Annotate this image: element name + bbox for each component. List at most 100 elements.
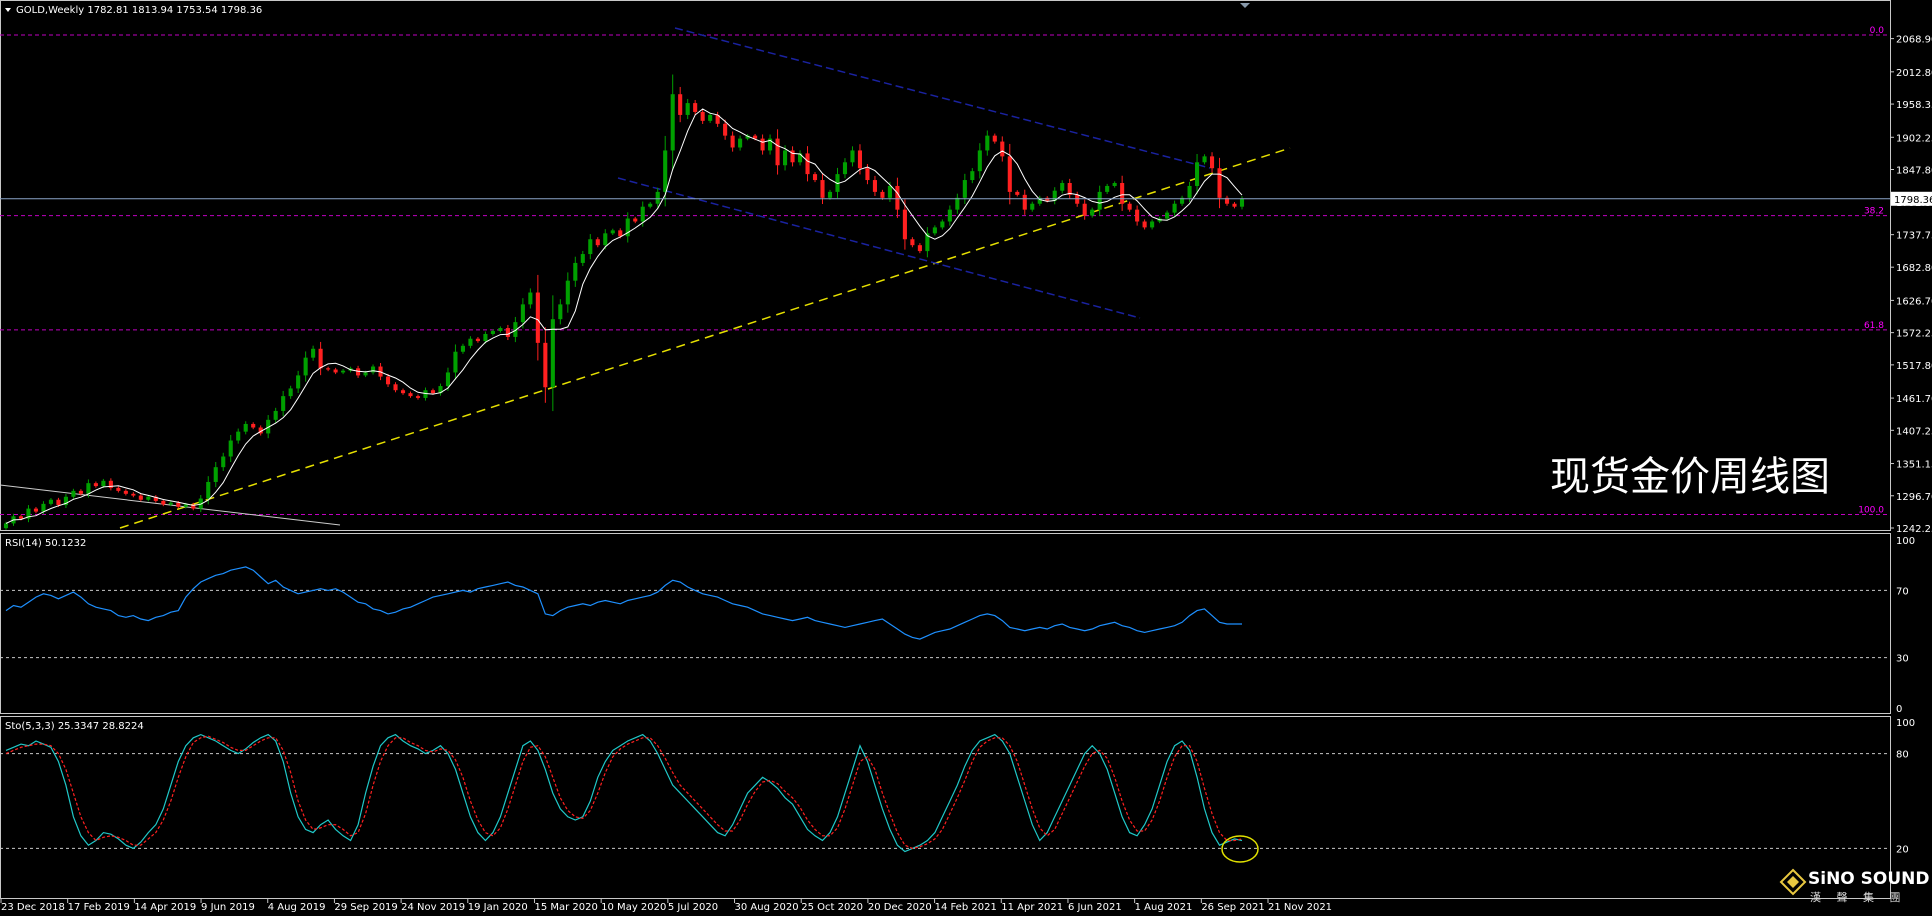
candle-body: [970, 171, 975, 181]
candle-body: [955, 197, 960, 210]
candle-body: [146, 496, 151, 500]
candle-body: [573, 262, 578, 281]
candle-body: [535, 292, 540, 343]
candle-body: [33, 508, 39, 512]
candle-body: [1112, 183, 1117, 186]
candle-body: [1082, 203, 1087, 216]
candle-body: [281, 396, 286, 411]
candle-body: [917, 245, 922, 252]
candle-body: [985, 135, 990, 151]
candle-body: [228, 440, 233, 457]
candle-body: [221, 456, 226, 468]
candle-body: [333, 369, 338, 373]
time-tick-label: 14 Apr 2019: [134, 902, 196, 913]
candle-body: [505, 328, 510, 337]
candle-body: [176, 502, 181, 507]
osc-tick-label: 100: [1896, 536, 1915, 547]
time-tick-label: 14 Feb 2021: [935, 902, 997, 913]
candle-body: [1172, 203, 1177, 213]
candle-body: [483, 333, 488, 342]
price-tick-label: 1902.25: [1896, 133, 1932, 144]
candle-body: [775, 138, 780, 166]
sto-title: Sto(5,3,3) 25.3347 28.8224: [5, 721, 144, 732]
logo-diamond-icon: [1779, 868, 1807, 896]
menu-triangle-icon[interactable]: [5, 8, 11, 12]
candle-body: [18, 516, 24, 519]
time-axis: 23 Dec 2018 17 Feb 2019 14 Apr 2019 9 Jun 2…: [0, 899, 1332, 913]
series-line: [5, 735, 1243, 850]
candle-body: [1187, 185, 1192, 198]
candle-body: [430, 390, 436, 394]
gold-weekly-chart[interactable]: GOLD,Weekly 1782.81 1813.94 1753.54 1798…: [0, 0, 1932, 916]
price-tick-label: 1847.80: [1896, 166, 1932, 177]
candle-body: [1097, 191, 1102, 210]
candle-body: [183, 504, 188, 507]
candle-body: [1015, 191, 1020, 195]
candle-body: [820, 180, 825, 198]
candle-body: [730, 135, 735, 148]
candle-body: [273, 410, 278, 420]
candle-body: [1217, 168, 1222, 198]
price-tick-label: 2068.90: [1896, 35, 1932, 46]
candle-body: [101, 480, 106, 487]
candle-body: [685, 103, 690, 115]
candle-body: [1060, 183, 1065, 191]
candle-body: [243, 423, 248, 432]
price-tick-label: 1517.80: [1896, 361, 1932, 372]
candle-body: [168, 502, 173, 505]
osc-tick-label: 100: [1896, 718, 1915, 729]
candle-body: [393, 384, 398, 391]
candle-body: [618, 230, 623, 237]
candle-body: [131, 493, 136, 496]
time-tick-label: 23 Dec 2018: [1, 902, 65, 913]
candle-body: [1007, 156, 1012, 192]
time-tick-label: 9 Jun 2019: [201, 902, 255, 913]
scroll-marker-icon[interactable]: [1240, 3, 1250, 8]
candle-body: [558, 304, 563, 320]
candle-body: [116, 487, 121, 491]
candle-body: [236, 431, 241, 441]
candle-body: [1165, 212, 1170, 219]
candle-body: [445, 372, 451, 387]
candle-body: [648, 203, 653, 207]
candle-body: [138, 495, 143, 500]
candle-body: [341, 370, 346, 373]
candle-body: [992, 135, 997, 142]
time-tick-label: 4 Aug 2019: [268, 902, 326, 913]
series-line: [5, 733, 1243, 853]
osc-tick-label: 0: [1896, 704, 1902, 715]
candle-body: [962, 180, 967, 198]
time-tick-label: 19 Jan 2020: [468, 902, 528, 913]
candle-body: [213, 467, 218, 482]
osc-tick-label: 80: [1896, 750, 1909, 761]
candle-body: [857, 150, 863, 169]
candle-body: [1120, 183, 1125, 204]
candle-body: [161, 500, 166, 505]
time-tick-label: 24 Nov 2019: [401, 902, 465, 913]
fib-levels: 0.0 38.2 61.8 100.0: [0, 26, 1890, 516]
time-tick-label: 29 Sep 2019: [334, 902, 397, 913]
candle-body: [708, 114, 713, 121]
candle-body: [475, 338, 480, 342]
time-tick-label: 6 Jun 2021: [1068, 902, 1122, 913]
candle-body: [123, 490, 128, 494]
candle-body: [326, 368, 331, 370]
candle-body: [460, 345, 465, 352]
candle-body: [520, 304, 525, 323]
candle-body: [1209, 156, 1215, 169]
candle-body: [880, 191, 885, 198]
osc-tick-label: 30: [1896, 654, 1909, 665]
candle-body: [318, 348, 323, 369]
candle-body: [1022, 194, 1027, 210]
candle-body: [1105, 185, 1110, 192]
candle-body: [588, 239, 593, 255]
candle-body: [1150, 221, 1155, 228]
candle-body: [947, 209, 952, 222]
candle-body: [371, 366, 376, 373]
candle-body: [842, 162, 848, 175]
candle-body: [977, 150, 982, 172]
price-tick-label: 1626.70: [1896, 296, 1932, 307]
old-trendline-extension: [169, 504, 341, 526]
series-line: [5, 566, 1242, 640]
candle-body: [872, 180, 877, 192]
